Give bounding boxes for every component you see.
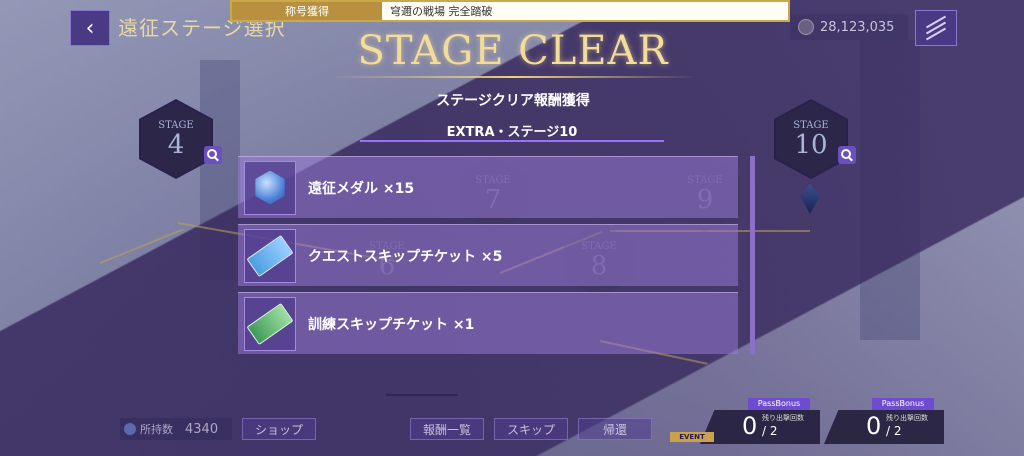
shop-button[interactable]: ショップ bbox=[242, 418, 316, 440]
title-underline bbox=[330, 76, 696, 78]
pass-bonus-total: / 2 bbox=[886, 424, 902, 438]
reward-scrollbar[interactable] bbox=[750, 156, 755, 354]
pass-bonus-value: 0 bbox=[742, 412, 758, 440]
stage-label: STAGE bbox=[158, 119, 194, 131]
event-tag: EVENT bbox=[670, 432, 714, 442]
pass-bonus-value: 0 bbox=[866, 412, 882, 440]
stage-label: STAGE bbox=[793, 119, 829, 131]
owned-value: 4340 bbox=[185, 421, 219, 437]
search-icon[interactable] bbox=[204, 146, 222, 164]
pass-bonus-panel-1: PassBonus 0 残り出撃回数 / 2 bbox=[700, 398, 820, 444]
title-acquired-banner: 称号獲得 穹邇の戦場 完全踏破 bbox=[230, 0, 790, 22]
menu-icon bbox=[925, 15, 947, 41]
reward-name: 遠征メダル ×15 bbox=[308, 180, 415, 197]
reward-list-button[interactable]: 報酬一覧 bbox=[410, 418, 484, 440]
banner-label: 称号獲得 bbox=[232, 2, 382, 20]
reward-item: クエストスキップチケット ×5 bbox=[238, 224, 738, 286]
medal-icon bbox=[255, 170, 285, 205]
reward-name: クエストスキップチケット ×5 bbox=[308, 248, 503, 265]
currency-value: 28,123,035 bbox=[820, 19, 895, 35]
green-ticket-icon bbox=[246, 302, 294, 345]
pass-bonus-tag: PassBonus bbox=[872, 398, 934, 410]
pass-bonus-total: / 2 bbox=[762, 424, 778, 438]
banner-value: 穹邇の戦場 完全踏破 bbox=[390, 5, 493, 18]
search-icon[interactable] bbox=[838, 146, 856, 164]
pass-bonus-label: 残り出撃回数 bbox=[886, 414, 928, 422]
reward-icon-frame bbox=[244, 296, 296, 351]
coin-icon bbox=[798, 19, 814, 35]
reward-icon-frame bbox=[244, 228, 296, 283]
reward-icon-frame bbox=[244, 160, 296, 215]
return-button[interactable]: 帰還 bbox=[578, 418, 652, 440]
blue-ticket-icon bbox=[246, 234, 294, 277]
owned-item-icon bbox=[124, 423, 136, 435]
chevron-left-icon: ‹ bbox=[85, 15, 95, 41]
pass-bonus-tag: PassBonus bbox=[748, 398, 810, 410]
owned-label: 所持数 bbox=[140, 423, 173, 436]
reward-item: 遠征メダル ×15 bbox=[238, 156, 738, 218]
pass-bonus-panel-2: PassBonus 0 残り出撃回数 / 2 bbox=[824, 398, 944, 444]
currency-display: 28,123,035 bbox=[790, 14, 908, 40]
back-button[interactable]: ‹ bbox=[70, 10, 110, 46]
stage-number: 4 bbox=[167, 129, 185, 160]
skip-button[interactable]: スキップ bbox=[494, 418, 568, 440]
menu-button[interactable] bbox=[915, 10, 957, 46]
reward-subtitle: ステージクリア報酬獲得 bbox=[436, 93, 590, 109]
reward-name: 訓練スキップチケット ×1 bbox=[308, 316, 475, 333]
stage-name-underline bbox=[360, 140, 664, 142]
reward-item: 訓練スキップチケット ×1 bbox=[238, 292, 738, 354]
divider bbox=[386, 394, 458, 396]
stage-number: 10 bbox=[794, 129, 828, 160]
owned-count: 所持数 4340 bbox=[120, 418, 232, 440]
stage-name: EXTRA・ステージ10 bbox=[446, 125, 578, 140]
stage-clear-title: STAGE CLEAR bbox=[357, 28, 669, 74]
pass-bonus-label: 残り出撃回数 bbox=[762, 414, 804, 422]
